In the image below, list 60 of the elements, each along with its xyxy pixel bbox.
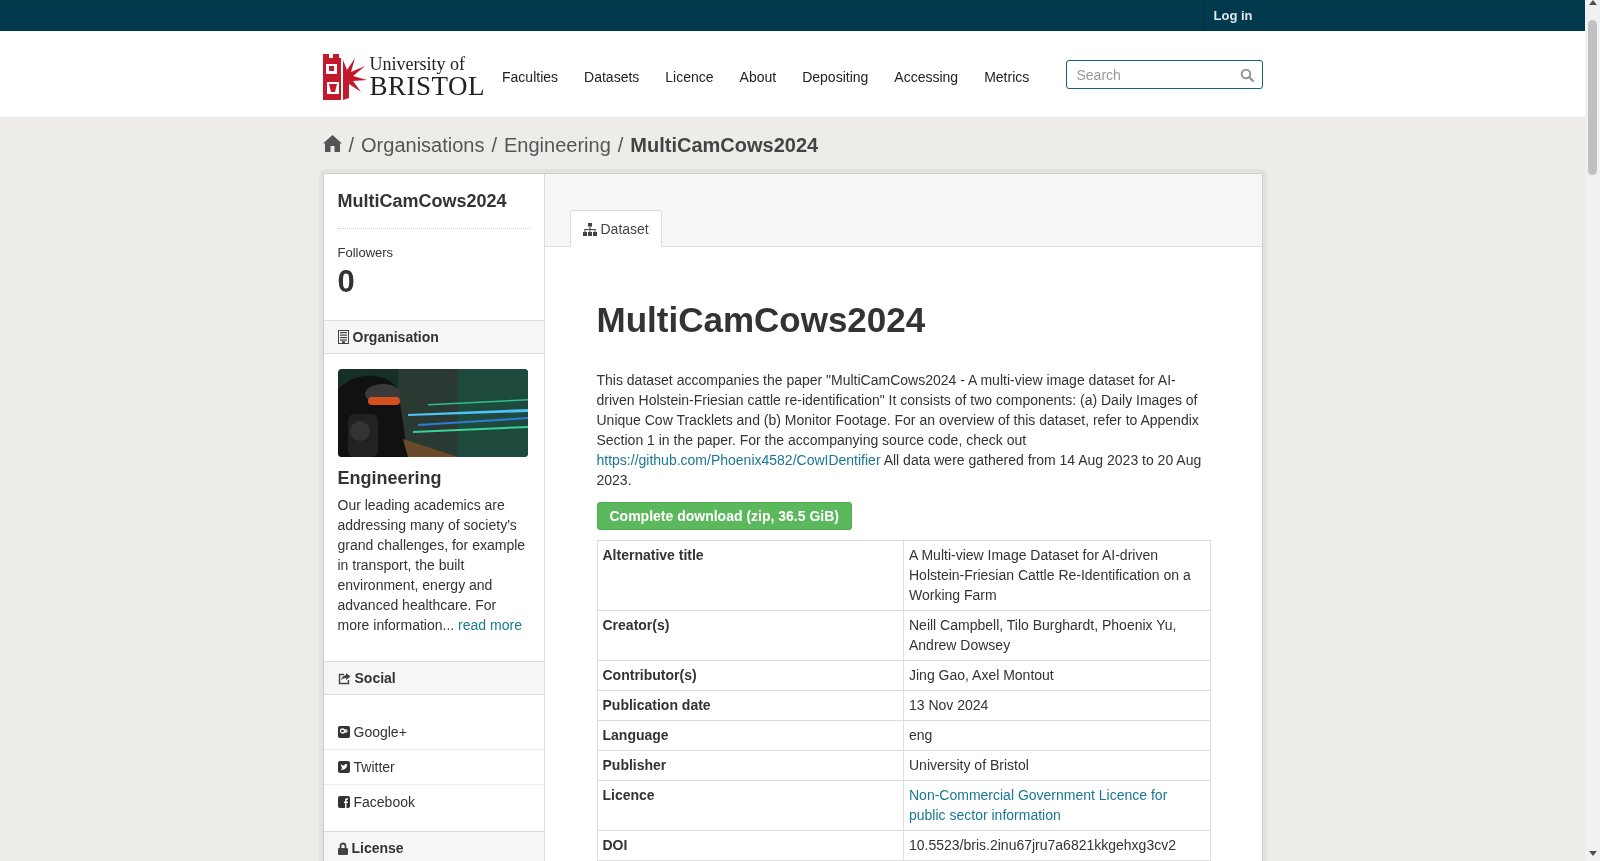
field-label: Publication date (597, 690, 904, 721)
tab[interactable]: Dataset (569, 210, 662, 247)
nav-link[interactable]: Datasets (571, 69, 653, 85)
crest-drawing (322, 54, 367, 100)
read-more-link[interactable]: read more (458, 617, 522, 633)
bird-square-icon (337, 761, 350, 773)
breadcrumb-separator: / (617, 133, 624, 157)
dataset-title: MultiCamCows2024 (596, 300, 927, 340)
home-icon (322, 134, 342, 152)
nav-link[interactable]: Faculties (502, 69, 572, 85)
field-value: University of Bristol (903, 750, 1210, 781)
followers-count: 0 (337, 264, 356, 300)
scroll-down-icon (1588, 851, 1597, 856)
field-label: Alternative title (597, 540, 904, 611)
section-title: Organisation (352, 329, 439, 345)
section-title: Social (354, 670, 396, 686)
social-link[interactable]: Facebook (353, 794, 415, 810)
scroll-up-icon (1588, 0, 1597, 5)
github-link[interactable]: https://github.com/Phoenix4582/CowIDentifier (596, 452, 881, 468)
breadcrumb-link[interactable]: Organisations (361, 133, 485, 157)
sitemap-icon (582, 222, 597, 236)
field-value: Neill Campbell, Tilo Burghardt, Phoenix Yu, Andrew Dowsey (903, 610, 1210, 661)
logo-text: University of (369, 54, 466, 73)
breadcrumb-separator: / (491, 133, 498, 157)
field-value: eng (903, 720, 1210, 751)
field-value: 13 Nov 2024 (903, 690, 1210, 721)
logo[interactable]: University of BRISTOL (322, 54, 486, 100)
nav-link[interactable]: Depositing (789, 69, 882, 85)
licence-link[interactable]: Non-Commercial Government Licence for public sector information (909, 785, 1205, 825)
nav-link[interactable]: Licence (652, 69, 727, 85)
search-icon (1239, 68, 1254, 82)
field-label: Contributor(s) (597, 660, 904, 691)
square-icon (337, 796, 350, 808)
nav-link[interactable]: About (726, 69, 790, 85)
lock-icon (337, 841, 348, 855)
search-field[interactable]: Search (1065, 60, 1263, 89)
nav-link[interactable]: Metrics (971, 69, 1043, 85)
dataset-description: This dataset accompanies the paper "MultiCamCows2024 - A multi-view image dataset for AI-driven Holstein-Friesian cattle re-identification" It consists of two components: (a) Daily Images of Unique Cow Tracklets and (b) Monitor Footage. For an overview of this dataset, refer to Appendix Section 1 in the paper. For the accompanying source code, check out https://github.com/Phoenix4582/CowIDentifier All data were gathered from 14 Aug 2023 to 20 Aug 2023. (596, 371, 1203, 490)
breadcrumb-link[interactable]: MultiCamCows2024 (630, 133, 819, 157)
social-link[interactable]: Twitter (353, 759, 395, 775)
breadcrumb-link[interactable]: Engineering (504, 133, 611, 157)
field-value: Jing Gao, Axel Montout (903, 660, 1210, 691)
building-icon (337, 330, 349, 344)
field-label: Language (597, 720, 904, 751)
organisation-description: Our leading academics are addressing many of society's grand challenges, for example in transport, the built environment, energy and advanced healthcare. For more information... read more (337, 496, 527, 635)
followers-label: Followers (337, 245, 395, 260)
scrollbar-thumb[interactable] (1588, 20, 1597, 175)
breadcrumb-separator: / (348, 133, 355, 157)
section-title: License (351, 840, 404, 856)
sidebar-title: MultiCamCows2024 (337, 188, 530, 229)
nav-link[interactable]: Accessing (881, 69, 972, 85)
field-label: Licence (597, 780, 904, 831)
field-value: 10.5523/bris.2inu67jru7a6821kkgehxg3cv2 (903, 830, 1210, 861)
field-label: Creator(s) (597, 610, 904, 661)
field-label: Publisher (597, 750, 904, 781)
share-icon (337, 671, 351, 685)
field-label: DOI (597, 830, 904, 861)
organisation-name: Engineering (337, 468, 443, 489)
social-link[interactable]: Google+ (353, 724, 407, 740)
field-value: A Multi-view Image Dataset for AI-driven Holstein-Friesian Cattle Re-Identification on a Working Farm (903, 540, 1210, 611)
